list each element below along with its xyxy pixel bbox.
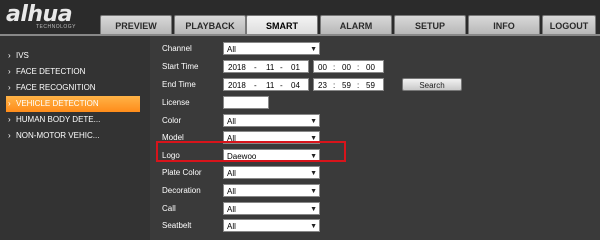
color-row: Color All ▼ bbox=[150, 113, 600, 129]
end-day: 04 bbox=[291, 81, 300, 90]
top-bar: alhua TECHNOLOGY PREVIEW PLAYBACK SMART … bbox=[0, 0, 600, 51]
start-year: 2018 bbox=[228, 63, 246, 72]
decoration-select[interactable]: All ▼ bbox=[223, 184, 320, 197]
chevron-down-icon: ▼ bbox=[310, 46, 317, 53]
tab-setup[interactable]: SETUP bbox=[394, 15, 466, 35]
chevron-down-icon: ▼ bbox=[310, 223, 317, 230]
end-time-field[interactable]: 23 : 59 : 59 bbox=[313, 78, 384, 91]
logo-row-highlight bbox=[156, 141, 346, 162]
tab-preview[interactable]: PREVIEW bbox=[100, 15, 172, 35]
sidebar-item-vehicle-detection[interactable]: › VEHICLE DETECTION bbox=[6, 96, 140, 112]
sidebar-item-label: NON-MOTOR VEHIC... bbox=[16, 131, 100, 140]
channel-label: Channel bbox=[162, 44, 192, 53]
call-select[interactable]: All ▼ bbox=[223, 202, 320, 215]
decoration-label: Decoration bbox=[162, 186, 201, 195]
channel-row: Channel All ▼ bbox=[150, 41, 600, 57]
decoration-row: Decoration All ▼ bbox=[150, 183, 600, 199]
start-second: 00 bbox=[366, 63, 375, 72]
tab-alarm[interactable]: ALARM bbox=[320, 15, 392, 35]
time-separator: : bbox=[333, 81, 336, 90]
seatbelt-select[interactable]: All ▼ bbox=[223, 219, 320, 232]
start-time-row: Start Time 2018 - 11 - 01 00 : 00 : 00 bbox=[150, 59, 600, 75]
sidebar: › IVS › FACE DETECTION › FACE RECOGNITIO… bbox=[0, 36, 150, 240]
plate-color-select[interactable]: All ▼ bbox=[223, 166, 320, 179]
time-separator: : bbox=[333, 63, 336, 72]
seatbelt-label: Seatbelt bbox=[162, 221, 192, 230]
color-label: Color bbox=[162, 116, 182, 125]
chevron-down-icon: ▼ bbox=[310, 206, 317, 213]
call-row: Call All ▼ bbox=[150, 201, 600, 217]
chevron-right-icon: › bbox=[8, 67, 11, 76]
end-time-row: End Time 2018 - 11 - 04 23 : 59 : 59 Sea… bbox=[150, 77, 600, 93]
tab-smart-search[interactable]: SMART SEARCH bbox=[246, 15, 318, 51]
plate-color-label: Plate Color bbox=[162, 168, 202, 177]
search-form: Channel All ▼ Start Time 2018 - 11 - 01 … bbox=[150, 36, 600, 240]
chevron-down-icon: ▼ bbox=[310, 188, 317, 195]
seatbelt-row: Seatbelt All ▼ bbox=[150, 218, 600, 234]
sidebar-item-face-recognition[interactable]: › FACE RECOGNITION bbox=[6, 80, 140, 96]
end-date-field[interactable]: 2018 - 11 - 04 bbox=[223, 78, 309, 91]
start-minute: 00 bbox=[342, 63, 351, 72]
start-time-field[interactable]: 00 : 00 : 00 bbox=[313, 60, 384, 73]
seatbelt-value: All bbox=[227, 222, 236, 231]
license-input[interactable] bbox=[223, 96, 269, 109]
chevron-right-icon: › bbox=[8, 51, 11, 60]
plate-color-row: Plate Color All ▼ bbox=[150, 165, 600, 181]
color-select[interactable]: All ▼ bbox=[223, 114, 320, 127]
chevron-right-icon: › bbox=[8, 99, 11, 108]
brand-logo: alhua TECHNOLOGY bbox=[6, 2, 86, 32]
start-time-label: Start Time bbox=[162, 62, 199, 71]
license-row: License bbox=[150, 95, 600, 111]
end-hour: 23 bbox=[318, 81, 327, 90]
chevron-right-icon: › bbox=[8, 131, 11, 140]
tab-logout[interactable]: LOGOUT bbox=[542, 15, 596, 35]
end-minute: 59 bbox=[342, 81, 351, 90]
date-separator: - bbox=[254, 63, 257, 72]
end-time-label: End Time bbox=[162, 80, 196, 89]
sidebar-item-label: FACE RECOGNITION bbox=[16, 83, 96, 92]
date-separator: - bbox=[280, 81, 283, 90]
time-separator: : bbox=[357, 63, 360, 72]
start-date-field[interactable]: 2018 - 11 - 01 bbox=[223, 60, 309, 73]
end-month: 11 bbox=[266, 81, 275, 90]
date-separator: - bbox=[254, 81, 257, 90]
end-year: 2018 bbox=[228, 81, 246, 90]
chevron-down-icon: ▼ bbox=[310, 170, 317, 177]
call-value: All bbox=[227, 205, 236, 214]
plate-color-value: All bbox=[227, 169, 236, 178]
sidebar-item-label: HUMAN BODY DETE... bbox=[16, 115, 101, 124]
time-separator: : bbox=[357, 81, 360, 90]
start-day: 01 bbox=[291, 63, 300, 72]
sidebar-item-ivs[interactable]: › IVS bbox=[6, 48, 140, 64]
end-second: 59 bbox=[366, 81, 375, 90]
channel-value: All bbox=[227, 45, 236, 54]
tab-info[interactable]: INFO bbox=[468, 15, 540, 35]
start-month: 11 bbox=[266, 63, 275, 72]
color-value: All bbox=[227, 117, 236, 126]
chevron-right-icon: › bbox=[8, 115, 11, 124]
search-button[interactable]: Search bbox=[402, 78, 462, 91]
decoration-value: All bbox=[227, 187, 236, 196]
call-label: Call bbox=[162, 204, 176, 213]
start-hour: 00 bbox=[318, 63, 327, 72]
license-label: License bbox=[162, 98, 190, 107]
sidebar-item-label: IVS bbox=[16, 51, 29, 60]
chevron-down-icon: ▼ bbox=[310, 118, 317, 125]
chevron-right-icon: › bbox=[8, 83, 11, 92]
channel-select[interactable]: All ▼ bbox=[223, 42, 320, 55]
sidebar-item-label: VEHICLE DETECTION bbox=[16, 99, 99, 108]
brand-tagline: TECHNOLOGY bbox=[36, 24, 77, 30]
sidebar-item-label: FACE DETECTION bbox=[16, 67, 86, 76]
tab-playback[interactable]: PLAYBACK bbox=[174, 15, 246, 35]
date-separator: - bbox=[280, 63, 283, 72]
sidebar-item-face-detection[interactable]: › FACE DETECTION bbox=[6, 64, 140, 80]
sidebar-item-human-body-detection[interactable]: › HUMAN BODY DETE... bbox=[6, 112, 140, 128]
sidebar-item-non-motor-vehicle[interactable]: › NON-MOTOR VEHIC... bbox=[6, 128, 140, 144]
